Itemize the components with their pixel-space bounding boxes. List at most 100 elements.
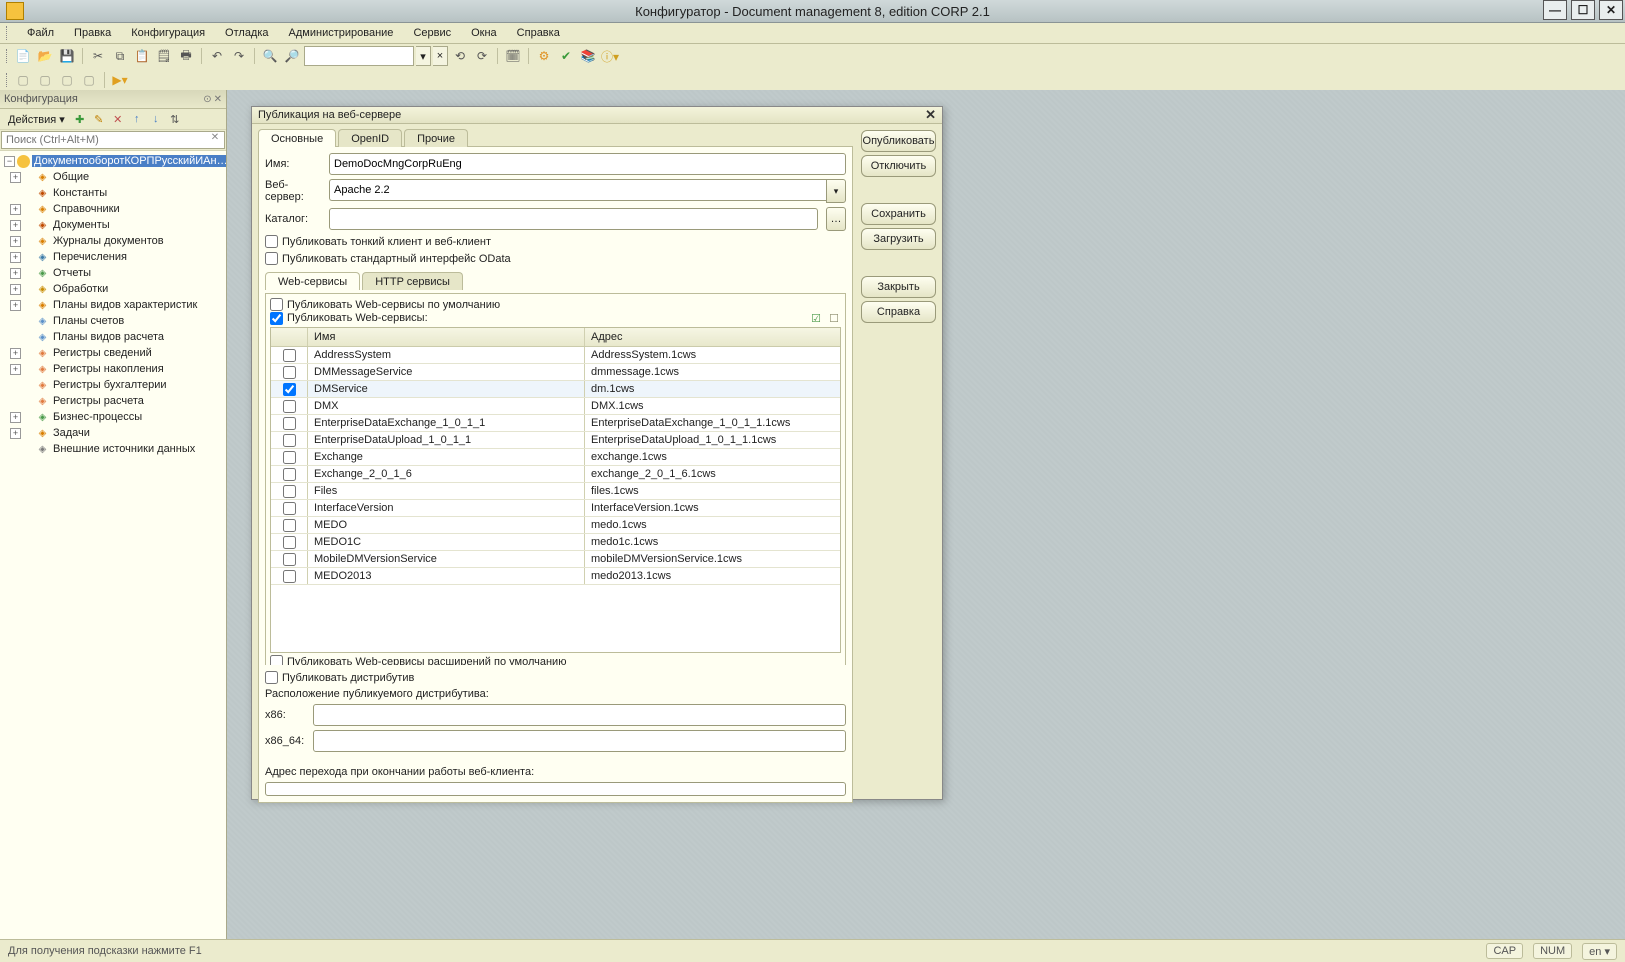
tree-node-regnak[interactable]: +◈Регистры накопления [0,361,226,377]
calendar-icon[interactable]: 🗓 [503,46,523,66]
ws-row-checkbox[interactable] [283,468,296,481]
menu-debug[interactable]: Отладка [217,25,276,41]
border-top-icon[interactable]: ▢ [57,70,77,90]
panel-close-icon[interactable]: ✕ [214,94,222,105]
ws-publish-checkbox[interactable] [270,312,283,325]
x86-64-input[interactable] [313,730,846,752]
search-clear-icon[interactable]: × [433,46,448,66]
border-bottom-icon[interactable]: ▢ [79,70,99,90]
save-button[interactable]: Сохранить [861,203,936,225]
search-toolbar-input[interactable] [304,46,414,66]
compare-icon[interactable]: 🗒 [154,46,174,66]
tree-node-reginfo[interactable]: +◈Регистры сведений [0,345,226,361]
expander-icon[interactable]: + [10,236,21,247]
check-icon[interactable]: ✔ [556,46,576,66]
ws-row[interactable]: DMMessageServicedmmessage.1cws [271,364,840,381]
ws-row[interactable]: MEDO1Cmedo1c.1cws [271,534,840,551]
inner-tab-http[interactable]: HTTP сервисы [362,272,463,290]
ws-row-checkbox[interactable] [283,434,296,447]
ws-row-checkbox[interactable] [283,536,296,549]
syntax-icon[interactable]: ⚙ [534,46,554,66]
thinclient-checkbox[interactable] [265,235,278,248]
copy-icon[interactable]: ⧉ [110,46,130,66]
tree-node-proc[interactable]: +◈Обработки [0,281,226,297]
expander-icon[interactable]: + [10,172,21,183]
maximize-button[interactable]: ☐ [1571,0,1595,20]
ws-row-checkbox[interactable] [283,349,296,362]
prev-icon[interactable]: ⟲ [450,46,470,66]
tree-node-calc[interactable]: ◈Планы видов расчета [0,329,226,345]
inner-tab-web[interactable]: Web-сервисы [265,272,360,290]
ws-row-checkbox[interactable] [283,383,296,396]
odata-checkbox[interactable] [265,252,278,265]
expander-icon[interactable]: + [10,348,21,359]
expander-icon[interactable]: + [10,428,21,439]
menu-file[interactable]: Файл [19,25,62,41]
config-tree[interactable]: − ДокументооборотКОРПРусскийИАн… 🔒 🗎 +◈О… [0,151,226,940]
tree-node-plans[interactable]: ◈Планы счетов [0,313,226,329]
ws-row-checkbox[interactable] [283,417,296,430]
status-lang[interactable]: en ▾ [1582,943,1617,960]
tree-node-tasks[interactable]: +◈Задачи [0,425,226,441]
ws-row-checkbox[interactable] [283,570,296,583]
expander-icon[interactable]: + [10,284,21,295]
info-icon[interactable]: ⓘ▾ [600,46,620,66]
save-icon[interactable]: 💾 [57,46,77,66]
ws-row-checkbox[interactable] [283,485,296,498]
expander-icon[interactable]: + [10,220,21,231]
tree-node-pvc[interactable]: +◈Планы видов характеристик [0,297,226,313]
menu-admin[interactable]: Администрирование [281,25,402,41]
tree-node-bp[interactable]: +◈Бизнес-процессы [0,409,226,425]
down-icon[interactable]: ↓ [148,111,164,127]
tree-root[interactable]: − ДокументооборотКОРПРусскийИАн… 🔒 🗎 [0,153,226,169]
redo-icon[interactable]: ↷ [229,46,249,66]
undo-icon[interactable]: ↶ [207,46,227,66]
ws-row-checkbox[interactable] [283,366,296,379]
close-button[interactable]: ✕ [1599,0,1623,20]
close-dialog-button[interactable]: Закрыть [861,276,936,298]
tree-node-refs[interactable]: +◈Справочники [0,201,226,217]
edit-icon[interactable]: ✎ [91,111,107,127]
menu-edit[interactable]: Правка [66,25,119,41]
redirect-input[interactable] [265,782,846,796]
books-icon[interactable]: 📚 [578,46,598,66]
next-icon[interactable]: ⟳ [472,46,492,66]
tree-node-enums[interactable]: +◈Перечисления [0,249,226,265]
ws-row[interactable]: DMServicedm.1cws [271,381,840,398]
tree-node-constants[interactable]: ◈Константы [0,185,226,201]
minimize-button[interactable]: — [1543,0,1567,20]
tree-node-regbuh[interactable]: ◈Регистры бухгалтерии [0,377,226,393]
tree-node-regcalc[interactable]: ◈Регистры расчета [0,393,226,409]
tree-node-reports[interactable]: +◈Отчеты [0,265,226,281]
dialog-close-icon[interactable]: ✕ [925,107,936,123]
ws-row[interactable]: MobileDMVersionServicemobileDMVersionSer… [271,551,840,568]
delete-icon[interactable]: ✕ [110,111,126,127]
open-icon[interactable]: 📂 [35,46,55,66]
actions-menu[interactable]: Действия ▾ [4,112,69,127]
search-dropdown-icon[interactable]: ▾ [416,46,431,66]
x86-input[interactable] [313,704,846,726]
menu-help[interactable]: Справка [509,25,568,41]
publish-button[interactable]: Опубликовать [861,130,936,152]
webserver-dropdown-icon[interactable]: ▾ [826,179,846,203]
tab-other[interactable]: Прочие [404,129,468,147]
sort-icon[interactable]: ⇅ [167,111,183,127]
menu-service[interactable]: Сервис [405,25,459,41]
expander-icon[interactable]: − [4,156,15,167]
expander-icon[interactable]: + [10,252,21,263]
ws-row[interactable]: Exchangeexchange.1cws [271,449,840,466]
tree-node-common[interactable]: +◈Общие [0,169,226,185]
ws-row-checkbox[interactable] [283,451,296,464]
ws-row[interactable]: Exchange_2_0_1_6exchange_2_0_1_6.1cws [271,466,840,483]
panel-pin-icon[interactable]: ⊙ [203,94,211,105]
help-button[interactable]: Справка [861,301,936,323]
ws-row[interactable]: AddressSystemAddressSystem.1cws [271,347,840,364]
disconnect-button[interactable]: Отключить [861,155,936,177]
find-icon[interactable]: 🔍 [260,46,280,66]
ws-row-checkbox[interactable] [283,553,296,566]
uncheck-all-icon[interactable]: ☐ [827,311,841,325]
tree-node-docs[interactable]: +◈Документы [0,217,226,233]
tab-openid[interactable]: OpenID [338,129,402,147]
zoom-icon[interactable]: 🔎 [282,46,302,66]
expander-icon[interactable]: + [10,412,21,423]
